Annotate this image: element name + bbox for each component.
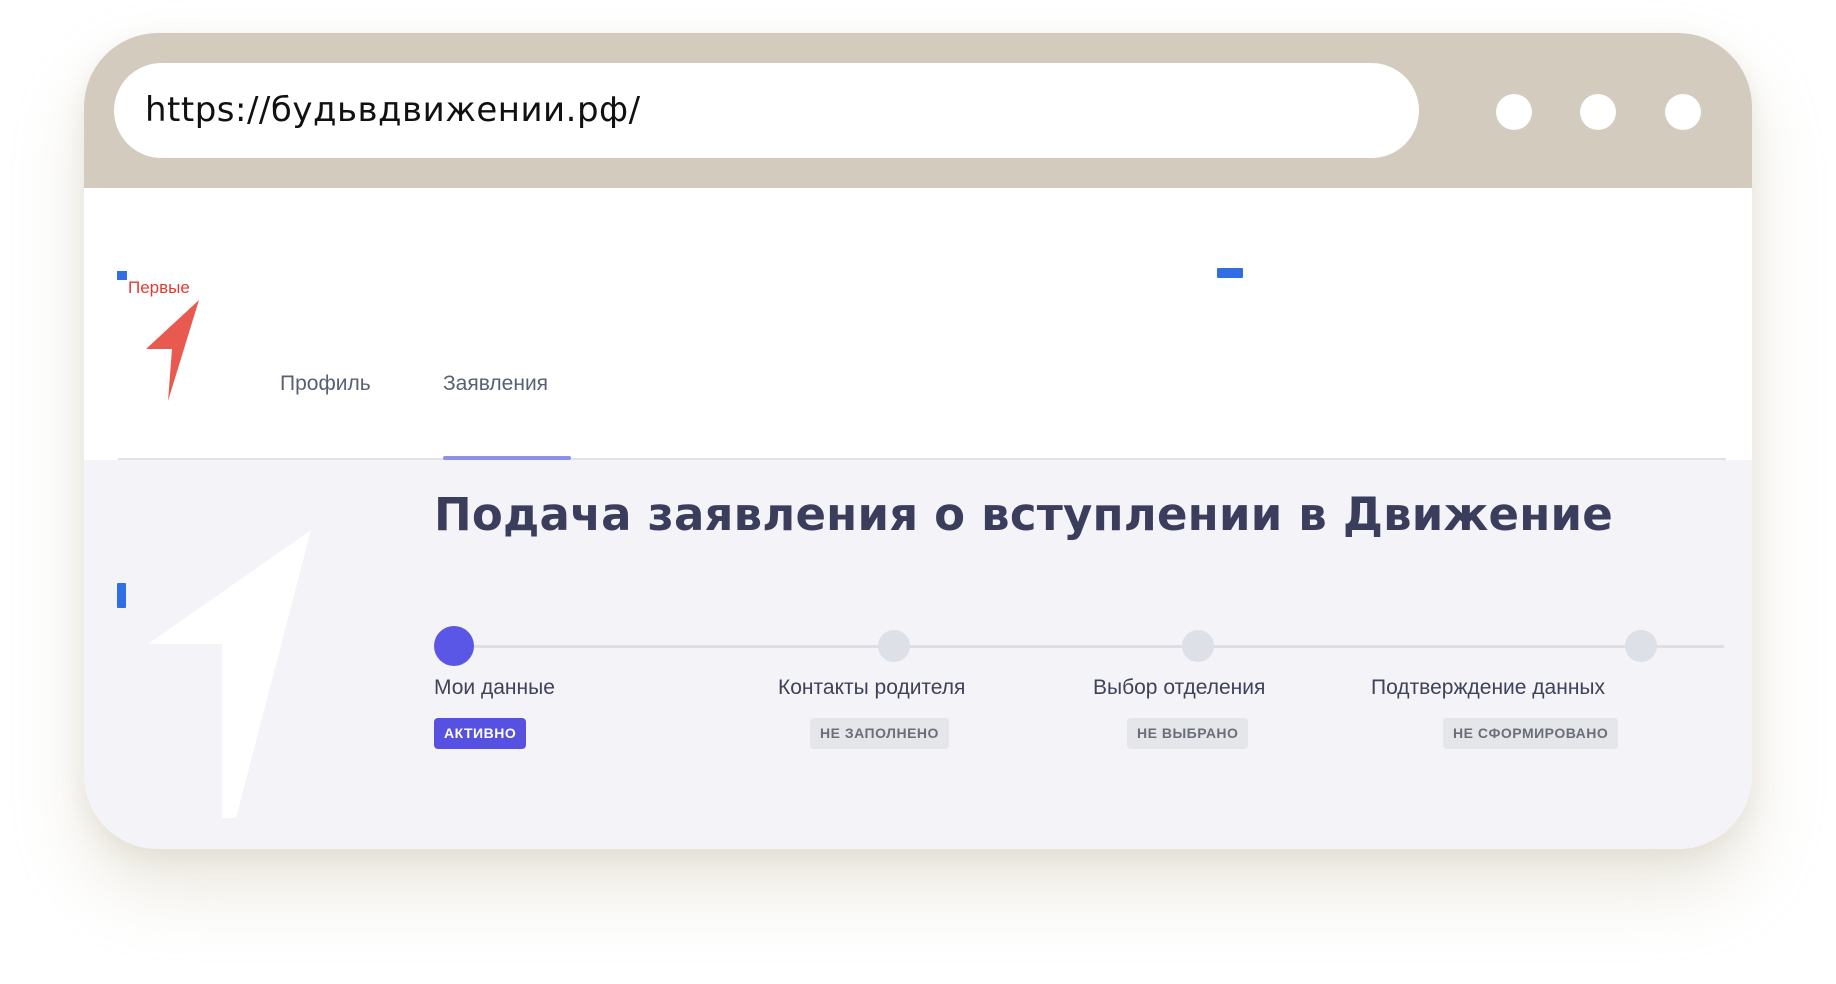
address-bar[interactable]: https://будьвдвижении.рф/ bbox=[114, 63, 1419, 158]
step-dot-my-data[interactable] bbox=[434, 626, 474, 666]
web-page: Первые Профиль Заявления Подача заявлени… bbox=[84, 188, 1752, 849]
background-arrow-icon bbox=[148, 530, 311, 818]
step-label-data-confirmation[interactable]: Подтверждение данных bbox=[1371, 676, 1605, 700]
status-badge: НЕ ВЫБРАНО bbox=[1127, 718, 1249, 749]
stepper-track bbox=[454, 645, 1724, 648]
browser-chrome: https://будьвдвижении.рф/ bbox=[84, 33, 1752, 188]
step-dot-parent-contacts[interactable] bbox=[878, 630, 910, 662]
placeholder-marker bbox=[117, 271, 127, 280]
step-label-branch-choice[interactable]: Выбор отделения bbox=[1093, 676, 1265, 700]
placeholder-marker bbox=[117, 583, 126, 608]
tab-applications[interactable]: Заявления bbox=[443, 372, 548, 396]
browser-window: https://будьвдвижении.рф/ Первые Профиль… bbox=[84, 33, 1752, 849]
window-control-dot-2[interactable] bbox=[1580, 94, 1616, 130]
step-dot-branch-choice[interactable] bbox=[1182, 630, 1214, 662]
tab-profile[interactable]: Профиль bbox=[280, 372, 371, 396]
status-badge: НЕ СФОРМИРОВАНО bbox=[1443, 718, 1619, 749]
step-dot-data-confirmation[interactable] bbox=[1625, 630, 1657, 662]
application-section: Подача заявления о вступлении в Движение… bbox=[84, 460, 1752, 849]
status-badge: АКТИВНО bbox=[434, 718, 527, 749]
step-label-parent-contacts[interactable]: Контакты родителя bbox=[778, 676, 965, 700]
address-bar-url[interactable]: https://будьвдвижении.рф/ bbox=[145, 63, 641, 158]
site-header: Первые Профиль Заявления bbox=[84, 188, 1752, 460]
window-control-dot-1[interactable] bbox=[1496, 94, 1532, 130]
step-label-my-data[interactable]: Мои данные bbox=[434, 676, 555, 700]
logo-arrow-icon bbox=[146, 300, 199, 401]
page-title: Подача заявления о вступлении в Движение bbox=[434, 488, 1613, 541]
brand-text: Первые bbox=[128, 278, 190, 297]
placeholder-marker bbox=[1217, 268, 1243, 278]
window-control-dot-3[interactable] bbox=[1665, 94, 1701, 130]
status-badge: НЕ ЗАПОЛНЕНО bbox=[810, 718, 949, 749]
